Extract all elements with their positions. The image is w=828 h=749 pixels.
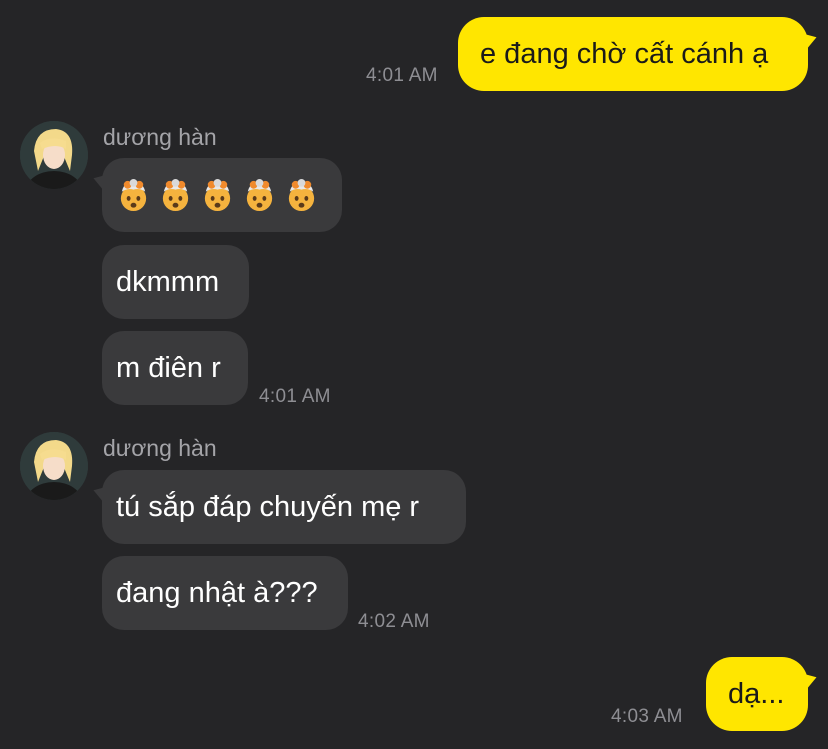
- incoming-message-bubble[interactable]: tú sắp đáp chuyến mẹ r: [102, 470, 466, 544]
- incoming-message-bubble[interactable]: [102, 158, 342, 232]
- contact-avatar[interactable]: [20, 432, 88, 500]
- message-timestamp: 4:02 AM: [358, 611, 430, 632]
- message-timestamp: 4:03 AM: [611, 706, 683, 727]
- message-text: dkmmm: [116, 265, 220, 298]
- incoming-message-bubble[interactable]: đang nhật à???: [102, 556, 348, 630]
- message-timestamp: 4:01 AM: [366, 65, 438, 86]
- outgoing-message-bubble[interactable]: dạ...: [706, 657, 808, 731]
- chat-thread[interactable]: e đang chờ cất cánh ạ 4:01 AM dương hàn: [0, 0, 828, 749]
- message-text: e đang chờ cất cánh ạ: [480, 37, 769, 70]
- exploding-head-emoji-icon: [246, 178, 273, 211]
- message-text: tú sắp đáp chuyến mẹ r: [116, 490, 420, 523]
- message-text: dạ...: [728, 677, 785, 710]
- emoji-row: [116, 178, 319, 213]
- message-timestamp: 4:01 AM: [259, 386, 331, 407]
- message-text: đang nhật à???: [116, 576, 318, 609]
- exploding-head-emoji-icon: [288, 178, 315, 211]
- incoming-message-bubble[interactable]: dkmmm: [102, 245, 249, 319]
- sender-name: dương hàn: [103, 435, 217, 461]
- exploding-head-emoji-icon: [120, 178, 147, 211]
- sender-name: dương hàn: [103, 124, 217, 150]
- exploding-head-emoji-icon: [162, 178, 189, 211]
- exploding-head-emoji-icon: [204, 178, 231, 211]
- contact-avatar[interactable]: [20, 121, 88, 189]
- incoming-message-bubble[interactable]: m điên r: [102, 331, 248, 405]
- message-text: m điên r: [116, 351, 221, 384]
- outgoing-message-bubble[interactable]: e đang chờ cất cánh ạ: [458, 17, 808, 91]
